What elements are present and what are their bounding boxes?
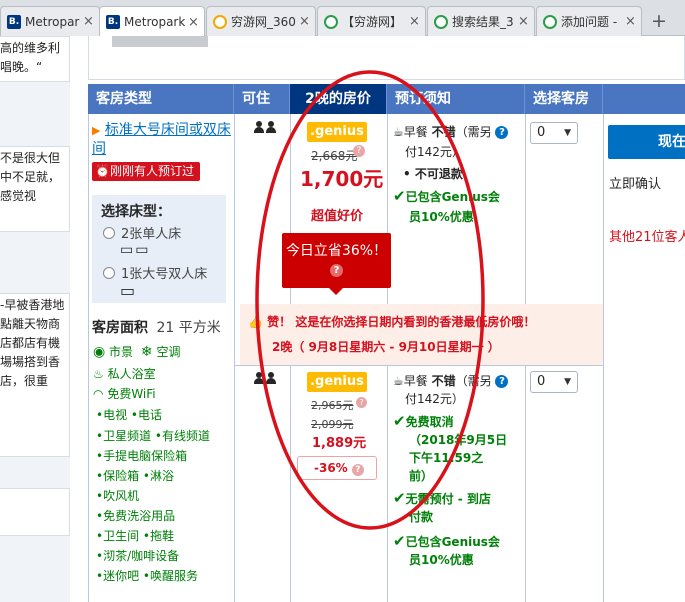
annotation-ellipse [255,70,485,530]
